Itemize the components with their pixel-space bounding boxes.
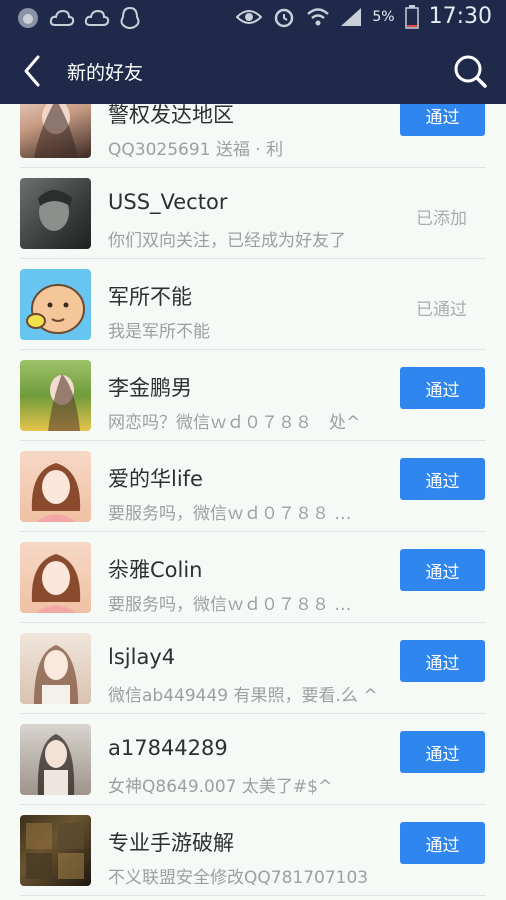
back-chevron-left-icon[interactable] xyxy=(20,54,46,88)
friend-name: 爱的华life xyxy=(108,467,203,491)
avatar xyxy=(20,104,91,158)
friend-message: 要服务吗，微信ｗｄ０７８８ … xyxy=(108,595,352,615)
wifi-icon xyxy=(307,7,330,25)
eye-icon xyxy=(236,9,263,24)
page-title: 新的好友 xyxy=(67,62,144,84)
friend-row[interactable]: USS_Vector 你们双向关注，已经成为好友了 已添加 xyxy=(0,168,506,259)
friend-name: a17844289 xyxy=(108,736,228,760)
accept-button[interactable]: 通过 xyxy=(400,458,485,500)
friend-name: USS_Vector xyxy=(108,190,228,214)
nav-header: 新的好友 xyxy=(0,38,506,104)
friend-message: 网恋吗？微信ｗｄ０７８８ 处^ xyxy=(108,413,361,433)
accept-button[interactable]: 通过 xyxy=(400,104,485,136)
signal-icon xyxy=(341,7,362,26)
battery-icon xyxy=(404,4,419,29)
avatar xyxy=(20,269,91,340)
avatar xyxy=(20,815,91,886)
friend-row[interactable]: 尜雅Colin 要服务吗，微信ｗｄ０７８８ … 通过 xyxy=(0,532,506,623)
friend-row[interactable]: 李金鹏男 网恋吗？微信ｗｄ０７８８ 处^ 通过 xyxy=(0,350,506,441)
friend-name: 李金鹏男 xyxy=(108,376,192,400)
friend-message: 微信ab449449 有果照，要看.么 ^ xyxy=(108,686,378,706)
accept-button[interactable]: 通过 xyxy=(400,731,485,773)
battery-percent: 5% xyxy=(372,8,395,25)
avatar xyxy=(20,178,91,249)
avatar xyxy=(20,451,91,522)
friend-row[interactable]: lsjlay4 微信ab449449 有果照，要看.么 ^ 通过 xyxy=(0,623,506,714)
weibo-icon xyxy=(18,8,38,28)
accept-button[interactable]: 通过 xyxy=(400,549,485,591)
clock: 17:30 xyxy=(428,4,492,29)
status-bar: 5% 17:30 xyxy=(0,0,506,38)
friend-row[interactable]: a17844289 女神Q8649.007 太美了#$^ 通过 xyxy=(0,714,506,805)
alarm-icon xyxy=(275,8,294,27)
new-friends-list: 警权发达地区 QQ3025691 送福 · 利 通过 USS_Vector 你们… xyxy=(0,104,506,900)
avatar xyxy=(20,542,91,613)
friend-message: 要服务吗，微信ｗｄ０７８８ … xyxy=(108,504,352,524)
friend-message: 女神Q8649.007 太美了#$^ xyxy=(108,777,333,797)
avatar xyxy=(20,633,91,704)
accept-button[interactable]: 通过 xyxy=(400,367,485,409)
accept-button[interactable]: 通过 xyxy=(400,822,485,864)
avatar xyxy=(20,724,91,795)
cloud-icon xyxy=(84,9,110,26)
qq-icon xyxy=(120,6,140,30)
row-divider xyxy=(20,895,486,896)
friend-name: 专业手游破解 xyxy=(108,831,234,855)
accept-button[interactable]: 通过 xyxy=(400,640,485,682)
search-icon[interactable] xyxy=(452,53,488,89)
friend-name: lsjlay4 xyxy=(108,645,176,669)
friend-row[interactable]: 专业手游破解 不义联盟安全修改QQ781707103 通过 xyxy=(0,805,506,896)
approved-status: 已通过 xyxy=(416,300,467,320)
cloud-icon xyxy=(49,9,75,26)
friend-row[interactable]: 爱的华life 要服务吗，微信ｗｄ０７８８ … 通过 xyxy=(0,441,506,532)
friend-row[interactable]: 警权发达地区 QQ3025691 送福 · 利 通过 xyxy=(0,104,506,168)
added-status: 已添加 xyxy=(416,209,467,229)
friend-message: 不义联盟安全修改QQ781707103 xyxy=(108,868,369,888)
friend-message: QQ3025691 送福 · 利 xyxy=(108,140,284,160)
friend-name: 尜雅Colin xyxy=(108,558,203,582)
avatar xyxy=(20,360,91,431)
friend-message: 我是军所不能 xyxy=(108,322,210,342)
friend-name: 警权发达地区 xyxy=(108,104,234,127)
friend-name: 军所不能 xyxy=(108,285,192,309)
friend-message: 你们双向关注，已经成为好友了 xyxy=(108,231,346,251)
friend-row[interactable]: 军所不能 我是军所不能 已通过 xyxy=(0,259,506,350)
